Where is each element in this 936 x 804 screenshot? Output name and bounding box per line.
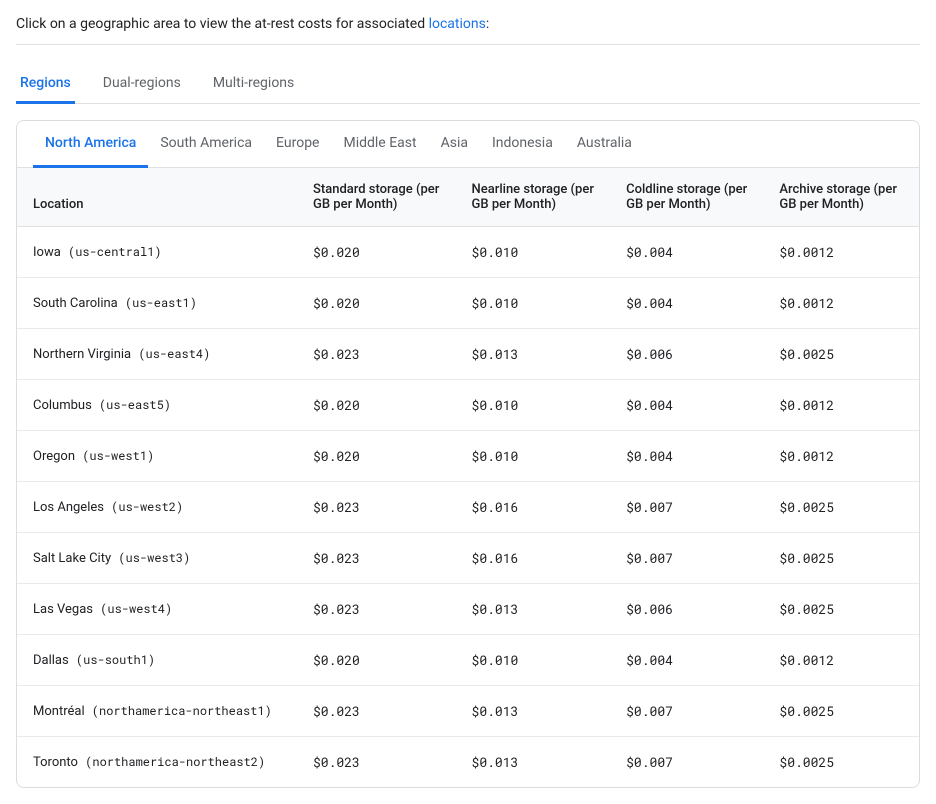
cell-standard: $0.020 <box>297 278 456 329</box>
geo-tab-australia[interactable]: Australia <box>565 121 644 168</box>
geo-tabs: North America South America Europe Middl… <box>17 121 919 168</box>
cell-archive: $0.0025 <box>763 533 919 584</box>
table-header: Location Standard storage (per GB per Mo… <box>17 168 919 227</box>
cell-coldline: $0.004 <box>610 227 763 278</box>
col-location: Location <box>17 168 297 227</box>
intro-prefix: Click on a geographic area to view the a… <box>16 16 429 32</box>
cell-archive: $0.0025 <box>763 329 919 380</box>
col-coldline: Coldline storage (per GB per Month) <box>610 168 763 227</box>
cell-archive: $0.0012 <box>763 431 919 482</box>
cell-standard: $0.020 <box>297 635 456 686</box>
cell-location: Salt Lake City (us-west3) <box>17 533 297 584</box>
table-row: Las Vegas (us-west4)$0.023$0.013$0.006$0… <box>17 584 919 635</box>
table-row: Northern Virginia (us-east4)$0.023$0.013… <box>17 329 919 380</box>
intro-text: Click on a geographic area to view the a… <box>16 16 920 45</box>
cell-standard: $0.023 <box>297 584 456 635</box>
cell-nearline: $0.013 <box>456 737 611 788</box>
cell-nearline: $0.010 <box>456 431 611 482</box>
cell-nearline: $0.016 <box>456 533 611 584</box>
cell-standard: $0.023 <box>297 329 456 380</box>
cell-location: Oregon (us-west1) <box>17 431 297 482</box>
cell-archive: $0.0012 <box>763 635 919 686</box>
geo-tab-middle-east[interactable]: Middle East <box>331 121 428 168</box>
cell-coldline: $0.007 <box>610 737 763 788</box>
table-row: Toronto (northamerica-northeast2)$0.023$… <box>17 737 919 788</box>
geo-tab-asia[interactable]: Asia <box>429 121 480 168</box>
pricing-table: Location Standard storage (per GB per Mo… <box>17 168 919 787</box>
table-row: Salt Lake City (us-west3)$0.023$0.016$0.… <box>17 533 919 584</box>
cell-standard: $0.020 <box>297 380 456 431</box>
cell-archive: $0.0025 <box>763 584 919 635</box>
cell-archive: $0.0012 <box>763 380 919 431</box>
table-row: Los Angeles (us-west2)$0.023$0.016$0.007… <box>17 482 919 533</box>
tab-multi-regions[interactable]: Multi-regions <box>209 65 298 104</box>
top-tabs: Regions Dual-regions Multi-regions <box>16 65 920 104</box>
cell-location: Columbus (us-east5) <box>17 380 297 431</box>
cell-coldline: $0.007 <box>610 686 763 737</box>
cell-nearline: $0.010 <box>456 635 611 686</box>
cell-coldline: $0.004 <box>610 380 763 431</box>
cell-nearline: $0.013 <box>456 329 611 380</box>
table-row: Dallas (us-south1)$0.020$0.010$0.004$0.0… <box>17 635 919 686</box>
cell-location: Las Vegas (us-west4) <box>17 584 297 635</box>
cell-archive: $0.0025 <box>763 686 919 737</box>
table-row: Montréal (northamerica-northeast1)$0.023… <box>17 686 919 737</box>
cell-standard: $0.023 <box>297 737 456 788</box>
table-row: Iowa (us-central1)$0.020$0.010$0.004$0.0… <box>17 227 919 278</box>
cell-location: Montréal (northamerica-northeast1) <box>17 686 297 737</box>
cell-coldline: $0.007 <box>610 533 763 584</box>
cell-standard: $0.020 <box>297 227 456 278</box>
cell-nearline: $0.010 <box>456 278 611 329</box>
tab-dual-regions[interactable]: Dual-regions <box>99 65 185 104</box>
cell-standard: $0.023 <box>297 482 456 533</box>
cell-archive: $0.0012 <box>763 278 919 329</box>
table-row: Columbus (us-east5)$0.020$0.010$0.004$0.… <box>17 380 919 431</box>
cell-nearline: $0.013 <box>456 584 611 635</box>
cell-location: Toronto (northamerica-northeast2) <box>17 737 297 788</box>
cell-coldline: $0.004 <box>610 431 763 482</box>
table-row: Oregon (us-west1)$0.020$0.010$0.004$0.00… <box>17 431 919 482</box>
tab-regions[interactable]: Regions <box>16 65 75 104</box>
geo-tab-south-america[interactable]: South America <box>148 121 264 168</box>
cell-nearline: $0.016 <box>456 482 611 533</box>
page-container: Click on a geographic area to view the a… <box>0 0 936 804</box>
cell-nearline: $0.010 <box>456 380 611 431</box>
cell-nearline: $0.013 <box>456 686 611 737</box>
geo-tab-north-america[interactable]: North America <box>33 121 148 168</box>
cell-location: Dallas (us-south1) <box>17 635 297 686</box>
cell-archive: $0.0012 <box>763 227 919 278</box>
col-nearline: Nearline storage (per GB per Month) <box>456 168 611 227</box>
cell-coldline: $0.007 <box>610 482 763 533</box>
col-standard: Standard storage (per GB per Month) <box>297 168 456 227</box>
cell-location: Iowa (us-central1) <box>17 227 297 278</box>
cell-location: Northern Virginia (us-east4) <box>17 329 297 380</box>
geo-tab-indonesia[interactable]: Indonesia <box>480 121 565 168</box>
cell-standard: $0.023 <box>297 686 456 737</box>
cell-location: South Carolina (us-east1) <box>17 278 297 329</box>
cell-coldline: $0.004 <box>610 278 763 329</box>
geo-tab-europe[interactable]: Europe <box>264 121 331 168</box>
table-row: South Carolina (us-east1)$0.020$0.010$0.… <box>17 278 919 329</box>
cell-location: Los Angeles (us-west2) <box>17 482 297 533</box>
intro-suffix: : <box>486 16 489 32</box>
cell-standard: $0.023 <box>297 533 456 584</box>
cell-coldline: $0.006 <box>610 584 763 635</box>
cell-standard: $0.020 <box>297 431 456 482</box>
cell-coldline: $0.004 <box>610 635 763 686</box>
region-card: North America South America Europe Middl… <box>16 120 920 788</box>
table-body: Iowa (us-central1)$0.020$0.010$0.004$0.0… <box>17 227 919 788</box>
cell-archive: $0.0025 <box>763 482 919 533</box>
cell-archive: $0.0025 <box>763 737 919 788</box>
cell-coldline: $0.006 <box>610 329 763 380</box>
col-archive: Archive storage (per GB per Month) <box>763 168 919 227</box>
cell-nearline: $0.010 <box>456 227 611 278</box>
locations-link[interactable]: locations <box>429 16 486 32</box>
